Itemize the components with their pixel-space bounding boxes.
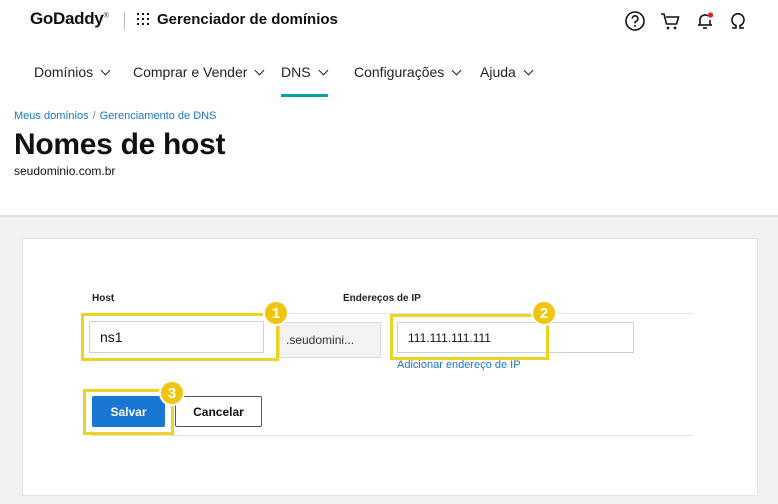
chevron-down-icon bbox=[254, 65, 265, 76]
chevron-down-icon bbox=[100, 65, 111, 76]
page-title: Nomes de host bbox=[14, 128, 226, 161]
breadcrumb-gerenciamento-dns[interactable]: Gerenciamento de DNS bbox=[100, 110, 217, 122]
chevron-down-icon bbox=[318, 65, 329, 76]
nav-label: Configurações bbox=[354, 64, 445, 80]
godaddy-logo[interactable]: GoDaddy® bbox=[30, 9, 109, 29]
breadcrumb: Meus domínios / Gerenciamento de DNS bbox=[14, 110, 216, 122]
step-badge-1: 1 bbox=[263, 300, 289, 326]
top-header: GoDaddy® Gerenciador de domínios bbox=[0, 0, 778, 40]
nav-item-configuracoes[interactable]: Configurações bbox=[354, 64, 462, 80]
main-nav: Domínios Comprar e Vender DNS Configuraç… bbox=[0, 56, 778, 96]
nav-item-dominios[interactable]: Domínios bbox=[34, 64, 111, 80]
user-icon[interactable] bbox=[727, 10, 749, 32]
nav-label: DNS bbox=[281, 64, 311, 80]
bell-icon[interactable] bbox=[694, 10, 716, 32]
nav-item-ajuda[interactable]: Ajuda bbox=[480, 64, 534, 80]
nav-label: Ajuda bbox=[480, 64, 516, 80]
header-divider bbox=[124, 12, 125, 30]
host-label: Host bbox=[92, 293, 115, 304]
step-badge-3: 3 bbox=[159, 380, 185, 406]
breadcrumb-meus-dominios[interactable]: Meus domínios bbox=[14, 110, 89, 122]
highlight-host-input bbox=[81, 313, 279, 361]
help-icon[interactable] bbox=[624, 10, 646, 32]
nav-item-comprar-vender[interactable]: Comprar e Vender bbox=[133, 64, 265, 80]
domain-suffix: .seudomini... bbox=[279, 322, 381, 358]
logo-text: GoDaddy bbox=[30, 9, 104, 28]
nav-label: Domínios bbox=[34, 64, 94, 80]
nav-label: Comprar e Vender bbox=[133, 64, 248, 80]
add-ip-link[interactable]: Adicionar endereço de IP bbox=[397, 359, 521, 371]
active-tab-indicator bbox=[281, 94, 328, 97]
chevron-down-icon bbox=[523, 65, 534, 76]
nav-item-dns[interactable]: DNS bbox=[281, 64, 329, 80]
ip-label: Endereços de IP bbox=[343, 293, 421, 304]
domain-name: seudominio.com.br bbox=[14, 164, 116, 178]
registered-mark: ® bbox=[103, 12, 109, 20]
form-bottom-divider bbox=[90, 435, 694, 436]
hostname-form-card bbox=[22, 238, 758, 496]
chevron-down-icon bbox=[451, 65, 462, 76]
app-title: Gerenciador de domínios bbox=[157, 11, 338, 28]
cancel-button[interactable]: Cancelar bbox=[175, 396, 262, 427]
highlight-ip-input bbox=[390, 314, 549, 360]
apps-grid-icon[interactable] bbox=[137, 13, 149, 25]
cart-icon[interactable] bbox=[659, 10, 681, 32]
breadcrumb-separator: / bbox=[92, 110, 96, 122]
step-badge-2: 2 bbox=[531, 300, 557, 326]
